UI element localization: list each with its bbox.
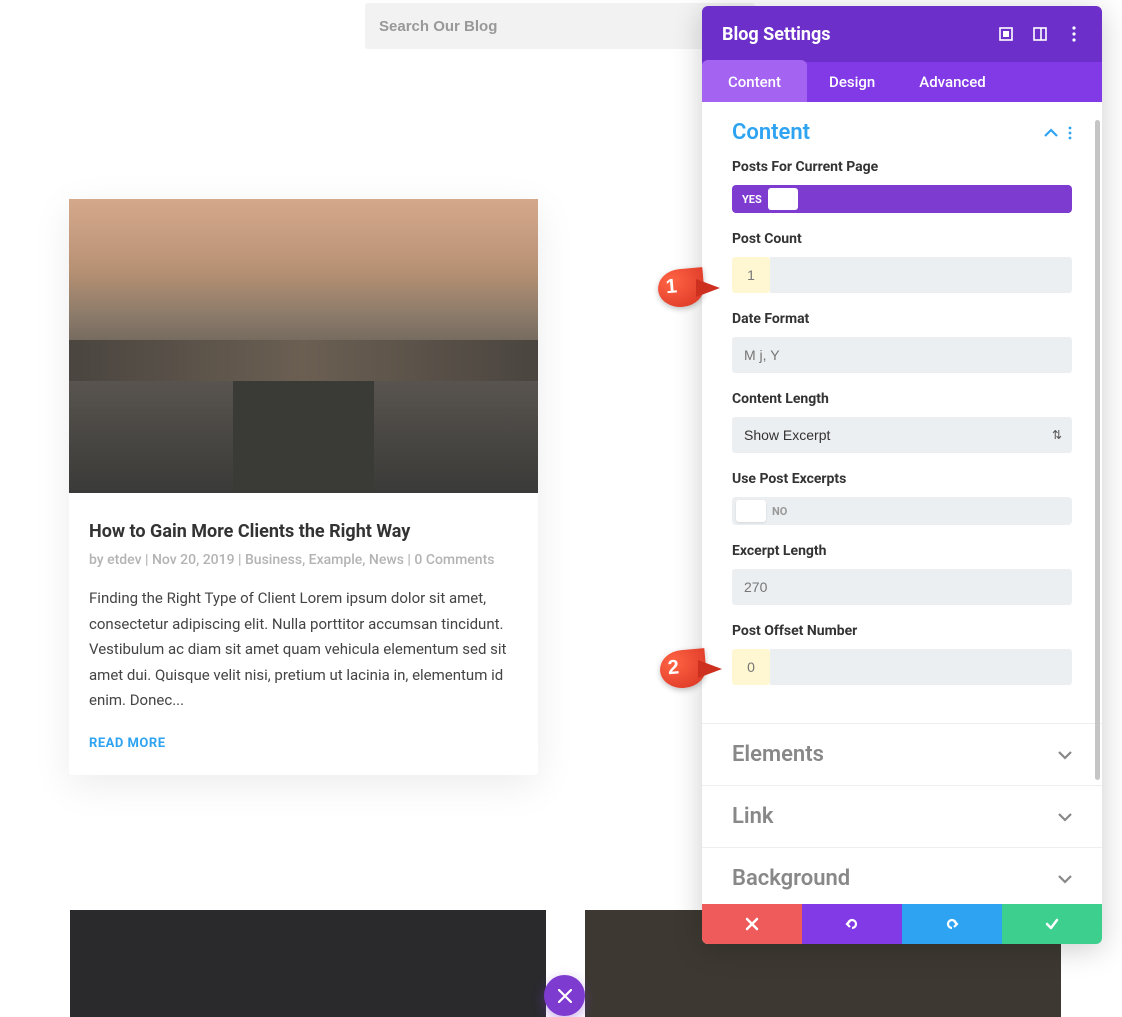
use-post-excerpts-label: Use Post Excerpts (732, 471, 1072, 487)
content-length-label: Content Length (732, 391, 1072, 407)
post-featured-image[interactable] (69, 199, 538, 493)
toggle-yes-label: YES (736, 193, 768, 206)
redo-icon (944, 916, 960, 932)
search-input[interactable] (379, 18, 741, 35)
cancel-button[interactable] (702, 904, 802, 944)
chevron-down-icon (1058, 810, 1072, 824)
panel-header: Blog Settings (702, 6, 1102, 62)
post-count-input[interactable] (732, 257, 770, 293)
undo-button[interactable] (802, 904, 902, 944)
blog-settings-panel: Blog Settings Content Design Advanced Co… (702, 6, 1102, 944)
expand-icon[interactable] (998, 26, 1014, 42)
excerpt-length-input[interactable] (732, 569, 1072, 605)
panel-footer (702, 904, 1102, 944)
tab-advanced[interactable]: Advanced (897, 62, 1007, 102)
toggle-no-label: NO (766, 505, 793, 518)
panel-title: Blog Settings (722, 24, 831, 45)
post-excerpt: Finding the Right Type of Client Lorem i… (89, 586, 518, 714)
save-button[interactable] (1002, 904, 1102, 944)
section-background-title: Background (732, 866, 850, 891)
panel-tabs: Content Design Advanced (702, 62, 1102, 102)
post-count-label: Post Count (732, 231, 1072, 247)
post-title[interactable]: How to Gain More Clients the Right Way (89, 521, 518, 542)
check-icon (1044, 916, 1060, 932)
toggle-knob (768, 188, 798, 210)
excerpt-length-label: Excerpt Length (732, 543, 1072, 559)
date-format-input[interactable] (732, 337, 1072, 373)
close-builder-button[interactable] (544, 975, 585, 1016)
tab-content[interactable]: Content (702, 60, 807, 102)
redo-button[interactable] (902, 904, 1002, 944)
kebab-menu-icon[interactable] (1066, 26, 1082, 42)
toggle-knob (736, 500, 766, 522)
search-bar[interactable] (365, 3, 755, 49)
close-icon (558, 989, 572, 1003)
undo-icon (844, 916, 860, 932)
chevron-up-icon[interactable] (1044, 126, 1058, 140)
section-link-title: Link (732, 804, 774, 829)
kebab-menu-icon[interactable] (1068, 126, 1072, 140)
cancel-icon (744, 916, 760, 932)
post-meta: by etdev | Nov 20, 2019 | Business, Exam… (89, 552, 518, 568)
chevron-down-icon (1058, 748, 1072, 762)
blog-post-card: How to Gain More Clients the Right Way b… (69, 199, 538, 775)
posts-current-page-label: Posts For Current Page (732, 159, 1072, 175)
posts-current-page-toggle[interactable]: YES (732, 185, 1072, 213)
post-offset-label: Post Offset Number (732, 623, 1072, 639)
panel-body[interactable]: Content Posts For Current Page YES Post … (702, 102, 1102, 904)
post-offset-input[interactable] (732, 649, 770, 685)
section-content-title: Content (732, 120, 810, 145)
date-format-label: Date Format (732, 311, 1072, 327)
scrollbar[interactable] (1095, 120, 1100, 780)
post-card-preview[interactable] (70, 910, 546, 1017)
section-elements-header[interactable]: Elements (702, 724, 1102, 785)
section-content-header[interactable]: Content (702, 102, 1102, 159)
section-link-header[interactable]: Link (702, 786, 1102, 847)
chevron-down-icon (1058, 872, 1072, 886)
read-more-link[interactable]: READ MORE (89, 736, 518, 751)
use-post-excerpts-toggle[interactable]: NO (732, 497, 1072, 525)
tab-design[interactable]: Design (807, 62, 897, 102)
content-length-select[interactable] (732, 417, 1072, 453)
dock-icon[interactable] (1032, 26, 1048, 42)
section-elements-title: Elements (732, 742, 824, 767)
section-background-header[interactable]: Background (702, 848, 1102, 904)
